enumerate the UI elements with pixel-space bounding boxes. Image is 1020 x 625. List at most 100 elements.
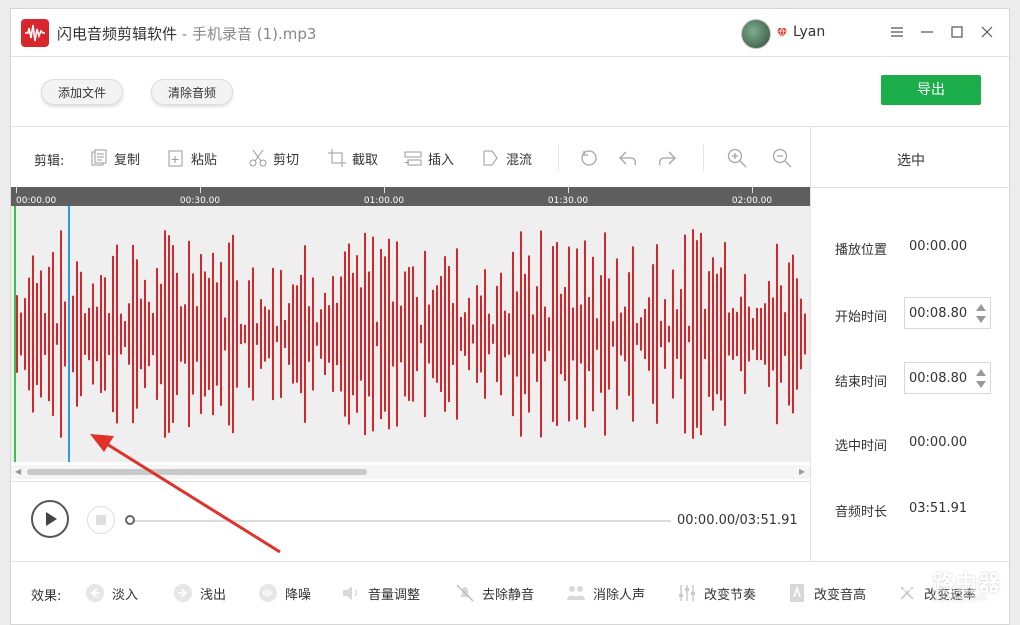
spin-up-icon[interactable]: [976, 304, 986, 311]
fade-out-button[interactable]: 浅出: [172, 582, 226, 604]
watermark-subtext: luyouqi.com: [932, 594, 988, 604]
divider: [11, 481, 810, 482]
tick-label: 01:00.00: [363, 196, 405, 206]
close-icon[interactable]: [976, 21, 998, 43]
cut-button[interactable]: 剪切: [248, 147, 299, 169]
play-position-value: 00:00.00: [909, 239, 968, 254]
undo-icon[interactable]: [617, 147, 639, 169]
tempo-button[interactable]: 改变节奏: [676, 582, 756, 604]
remove-silence-label: 去除静音: [482, 587, 535, 603]
end-time-label: 结束时间: [835, 375, 888, 390]
mix-label: 混流: [506, 152, 533, 168]
divider: [810, 126, 811, 561]
crop-button[interactable]: 截取: [327, 147, 378, 169]
avatar[interactable]: [741, 19, 771, 49]
clear-audio-button[interactable]: 清除音频: [151, 79, 234, 105]
waveform-bars: [16, 229, 806, 439]
pitch-button[interactable]: 改变音高: [786, 582, 866, 604]
insert-icon: [404, 151, 422, 166]
time-display: 00:00.00/03:51.91: [677, 513, 798, 528]
zoom-out-icon[interactable]: [771, 147, 793, 169]
people-icon: [567, 586, 585, 600]
remove-silence-button[interactable]: 去除静音: [454, 582, 534, 604]
redo-icon[interactable]: [656, 147, 678, 169]
paste-label: 粘贴: [191, 152, 218, 168]
crop-label: 截取: [352, 152, 379, 168]
play-icon: [46, 512, 57, 526]
spin-down-icon[interactable]: [976, 316, 986, 323]
scroll-left-icon[interactable]: ◀: [15, 467, 21, 476]
reset-icon[interactable]: [578, 147, 600, 169]
window-title: 闪电音频剪辑软件 - 手机录音 (1).mp3: [57, 23, 316, 44]
waveform[interactable]: [11, 206, 810, 462]
copy-icon: [91, 149, 107, 166]
insert-button[interactable]: 插入: [403, 147, 454, 169]
remove-vocals-label: 消除人声: [593, 587, 646, 603]
play-position-label: 播放位置: [835, 243, 888, 258]
crop-icon: [328, 149, 346, 167]
stop-button[interactable]: [87, 506, 115, 534]
divider: [11, 126, 1009, 127]
title-separator: -: [177, 25, 192, 43]
paste-button[interactable]: 粘贴: [166, 147, 217, 169]
tempo-label: 改变节奏: [704, 587, 757, 603]
equalizer-icon: [679, 585, 695, 601]
spin-up-icon[interactable]: [976, 369, 986, 376]
scissors-icon: [249, 149, 267, 167]
horizontal-scrollbar[interactable]: ◀ ▶: [11, 465, 810, 479]
app-logo-icon: [21, 19, 49, 47]
tick-mark: [568, 187, 569, 193]
copy-button[interactable]: 复制: [89, 147, 140, 169]
start-time-value: 00:08.80: [909, 306, 968, 321]
mix-button[interactable]: 混流: [481, 147, 532, 169]
tick-label: 00:30.00: [179, 196, 221, 206]
router-logo-icon: [889, 567, 927, 605]
username[interactable]: Lyan: [793, 24, 825, 40]
maximize-icon[interactable]: [946, 21, 968, 43]
panel-header: 选中: [897, 153, 925, 169]
fade-in-label: 淡入: [112, 587, 139, 603]
scroll-right-icon[interactable]: ▶: [799, 467, 805, 476]
toolbar-separator: [558, 145, 559, 171]
tick-label: 02:00.00: [731, 196, 773, 206]
timeline-ruler[interactable]: 00:00.00 00:30.00 01:00.00 01:30.00 02:0…: [11, 187, 810, 206]
tick-mark: [384, 187, 385, 193]
app-name: 闪电音频剪辑软件: [57, 25, 178, 43]
fade-in-button[interactable]: 淡入: [84, 582, 138, 604]
spin-down-icon[interactable]: [976, 381, 986, 388]
end-time-value: 00:08.80: [909, 371, 968, 386]
progress-knob[interactable]: [125, 515, 135, 525]
fade-out-label: 浅出: [200, 587, 227, 603]
insert-label: 插入: [428, 152, 455, 168]
tick-mark: [752, 187, 753, 193]
denoise-label: 降噪: [285, 587, 312, 603]
minimize-icon[interactable]: [916, 21, 938, 43]
remove-vocals-button[interactable]: 消除人声: [565, 582, 645, 604]
pitch-label: 改变音高: [814, 587, 867, 603]
vip-diamond-icon: [777, 27, 787, 39]
volume-label: 音量调整: [368, 587, 421, 603]
volume-button[interactable]: 音量调整: [340, 582, 420, 604]
divider: [11, 561, 1009, 562]
file-name: 手机录音 (1).mp3: [191, 25, 317, 43]
duration-value: 03:51.91: [909, 501, 968, 516]
copy-label: 复制: [114, 152, 141, 168]
end-time-field[interactable]: 00:08.80: [904, 362, 991, 394]
export-button[interactable]: 导出: [881, 75, 981, 105]
duration-label: 音频时长: [835, 505, 888, 520]
fade-out-icon: [174, 584, 192, 602]
selected-time-value: 00:00.00: [909, 435, 968, 450]
stop-icon: [96, 515, 106, 525]
scrollbar-thumb[interactable]: [27, 469, 367, 475]
add-file-button[interactable]: 添加文件: [41, 79, 124, 105]
start-time-label: 开始时间: [835, 310, 888, 325]
app-window: 闪电音频剪辑软件 - 手机录音 (1).mp3 Lyan 添加文件 清除音频 导…: [10, 8, 1010, 625]
zoom-in-icon[interactable]: [726, 147, 748, 169]
pitch-icon: [790, 584, 804, 602]
start-time-field[interactable]: 00:08.80: [904, 297, 991, 329]
menu-icon[interactable]: [886, 21, 908, 43]
play-button[interactable]: [31, 500, 69, 538]
progress-track[interactable]: [131, 520, 671, 522]
denoise-button[interactable]: 降噪: [257, 582, 311, 604]
volume-icon: [343, 586, 358, 600]
